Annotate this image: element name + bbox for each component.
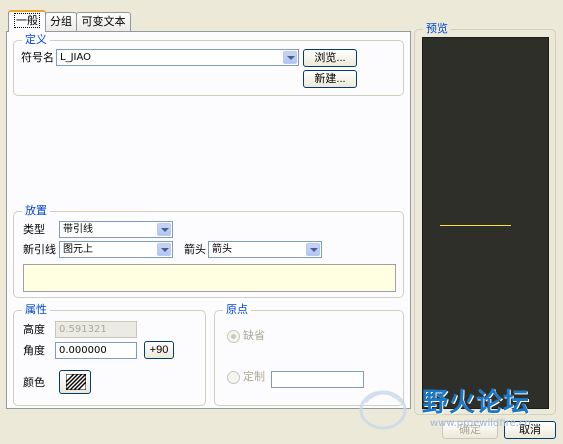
attributes-legend: 属性 xyxy=(22,303,50,316)
tab-variable-text-label: 可变文本 xyxy=(81,15,126,28)
new-leader-value: 图元上 xyxy=(63,244,93,255)
type-combo[interactable]: 带引线 xyxy=(59,221,173,238)
placement-legend: 放置 xyxy=(22,204,50,217)
hatch-pattern-icon xyxy=(66,374,86,390)
general-tab-panel: 定义 符号名 L_JIAO 浏览... 新建... 放置 类型 带引线 新引线 … xyxy=(6,31,411,409)
symbol-name-label: 符号名 xyxy=(21,51,54,64)
chevron-down-icon[interactable] xyxy=(157,243,171,256)
symbol-name-combo[interactable]: L_JIAO xyxy=(56,49,299,66)
preview-legend: 预览 xyxy=(423,22,451,35)
origin-custom-label: 定制 xyxy=(243,370,265,383)
watermark-url: www.proewildfire.cn xyxy=(430,418,531,429)
angle-label: 角度 xyxy=(23,344,45,357)
tab-group[interactable]: 分组 xyxy=(45,12,77,31)
arrow-combo[interactable]: 箭头 xyxy=(208,241,322,258)
origin-group: 原点 xyxy=(214,303,404,406)
origin-default-radio[interactable] xyxy=(227,330,240,343)
tab-general[interactable]: 一般 xyxy=(8,10,46,32)
plus90-button[interactable]: +90 xyxy=(144,341,174,359)
angle-field[interactable]: 0.000000 xyxy=(55,342,137,359)
tab-variable-text[interactable]: 可变文本 xyxy=(76,12,131,31)
watermark-text: 野火论坛 xyxy=(422,388,531,418)
type-label: 类型 xyxy=(23,223,45,236)
origin-custom-radio[interactable] xyxy=(227,371,240,384)
height-field: 0.591321 xyxy=(55,321,137,338)
origin-legend: 原点 xyxy=(223,303,251,316)
tab-group-label: 分组 xyxy=(50,15,72,28)
browse-button[interactable]: 浏览... xyxy=(303,49,357,67)
height-label: 高度 xyxy=(23,323,45,336)
arrow-label: 箭头 xyxy=(184,243,206,256)
color-swatch-button[interactable] xyxy=(59,370,91,394)
new-leader-combo[interactable]: 图元上 xyxy=(59,241,173,258)
definition-legend: 定义 xyxy=(22,33,50,46)
chevron-down-icon[interactable] xyxy=(306,243,320,256)
color-label: 颜色 xyxy=(23,376,45,389)
origin-custom-field[interactable] xyxy=(271,371,364,388)
preview-leader-line xyxy=(440,225,511,226)
arrow-value: 箭头 xyxy=(212,244,232,255)
type-value: 带引线 xyxy=(63,224,93,235)
placement-message-area xyxy=(23,264,396,292)
origin-default-label: 缺省 xyxy=(243,329,265,342)
tab-general-label: 一般 xyxy=(14,13,40,28)
chevron-down-icon[interactable] xyxy=(157,223,171,236)
symbol-name-value: L_JIAO xyxy=(60,52,92,63)
new-button[interactable]: 新建... xyxy=(303,70,357,88)
new-leader-label: 新引线 xyxy=(23,243,56,256)
chevron-down-icon[interactable] xyxy=(283,51,297,64)
preview-canvas xyxy=(422,37,549,409)
